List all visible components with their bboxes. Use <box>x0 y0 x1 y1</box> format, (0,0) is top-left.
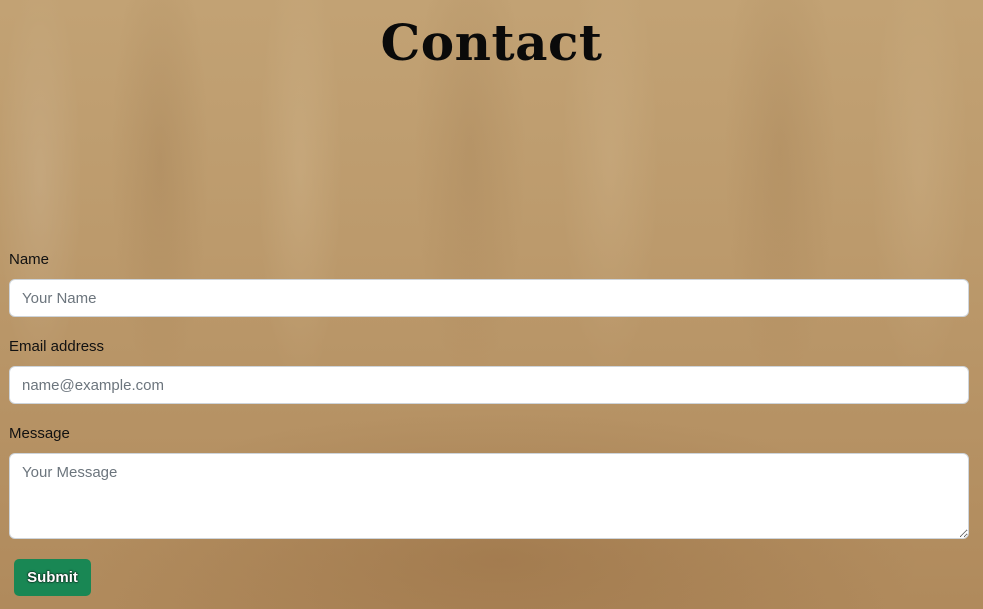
email-label: Email address <box>9 338 105 355</box>
email-input[interactable] <box>9 366 969 404</box>
name-input[interactable] <box>9 279 969 317</box>
name-label: Name <box>9 251 50 268</box>
submit-button[interactable]: Submit <box>14 559 91 596</box>
message-textarea[interactable] <box>9 453 969 539</box>
page-title: Contact <box>380 13 603 72</box>
contact-form: Name Email address Message <box>9 250 969 559</box>
message-label: Message <box>9 425 70 442</box>
